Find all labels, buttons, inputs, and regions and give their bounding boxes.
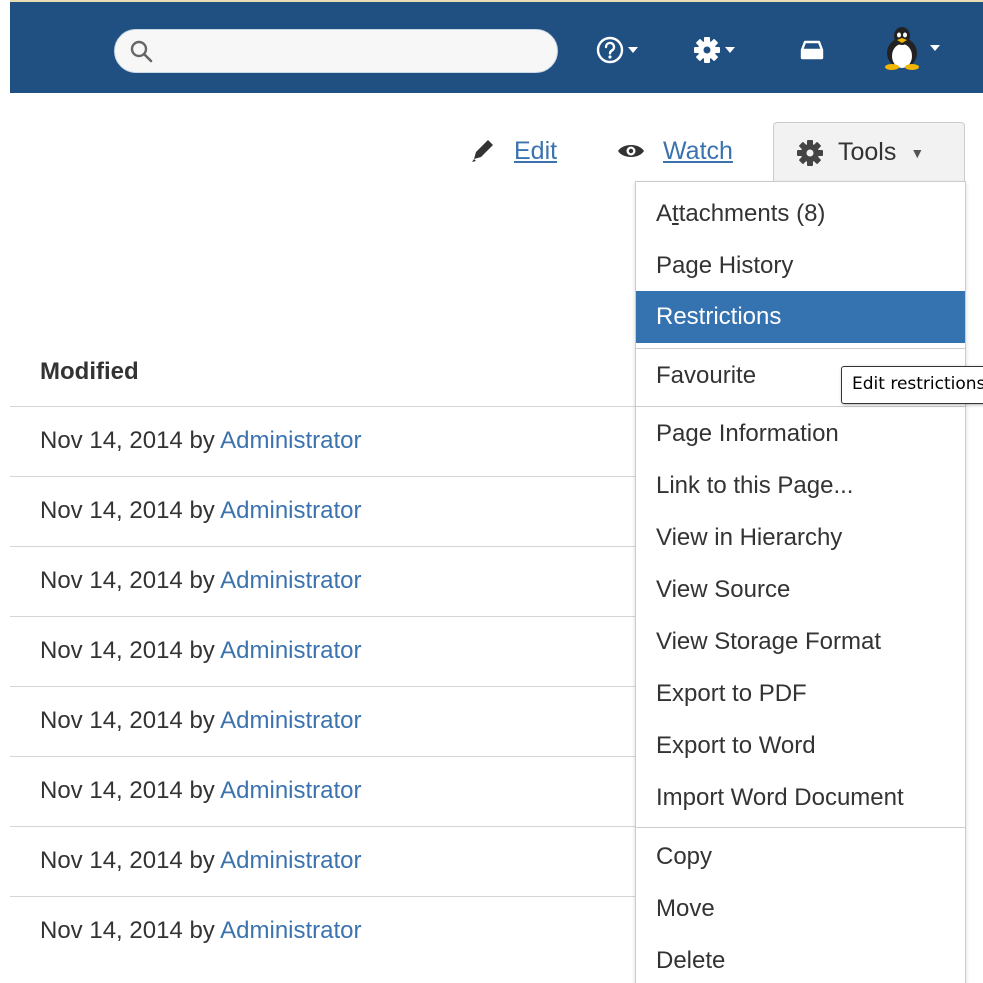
menu-separator <box>636 827 965 828</box>
menu-item-page-history[interactable]: Page History <box>636 240 965 292</box>
gear-icon <box>694 37 720 63</box>
chevron-down-icon <box>628 47 638 53</box>
search-icon <box>129 39 153 68</box>
author-link[interactable]: Administrator <box>220 707 361 734</box>
menu-item-link-to-page[interactable]: Link to this Page... <box>636 460 965 512</box>
menu-item-attachments[interactable]: At tachments (8) <box>636 188 965 240</box>
author-link[interactable]: Administrator <box>220 777 361 804</box>
menu-item-export-pdf[interactable]: Export to PDF <box>636 668 965 720</box>
chevron-down-icon <box>725 47 735 53</box>
pencil-icon <box>472 140 493 162</box>
menu-item-page-information[interactable]: Page Information <box>636 408 965 460</box>
table-divider <box>10 406 636 407</box>
confluence-page: Edit Watch Tools ▼ Modified Nov 14, 2014… <box>0 0 983 983</box>
table-row: Nov 14, 2014 by Administrator <box>40 567 362 594</box>
table-divider <box>10 686 636 687</box>
chevron-down-icon: ▼ <box>910 144 925 161</box>
help-icon <box>596 36 624 64</box>
column-header-modified: Modified <box>40 358 139 385</box>
menu-item-view-storage-format[interactable]: View Storage Format <box>636 616 965 668</box>
menu-item-move[interactable]: Move <box>636 883 965 935</box>
search-input[interactable] <box>161 38 545 66</box>
inbox-icon <box>800 40 824 60</box>
menu-item-view-source[interactable]: View Source <box>636 564 965 616</box>
tools-dropdown-menu: At tachments (8) Page History Restriction… <box>635 181 966 983</box>
menu-item-import-word[interactable]: Import Word Document <box>636 772 965 824</box>
author-link[interactable]: Administrator <box>220 567 361 594</box>
restrictions-tooltip: Edit restrictions <box>841 366 983 404</box>
settings-menu-button[interactable] <box>693 36 735 64</box>
table-row: Nov 14, 2014 by Administrator <box>40 637 362 664</box>
author-link[interactable]: Administrator <box>220 637 361 664</box>
table-divider <box>10 756 636 757</box>
tools-menu-button[interactable]: Tools ▼ <box>773 122 965 182</box>
author-link[interactable]: Administrator <box>220 497 361 524</box>
table-divider <box>10 896 636 897</box>
author-link[interactable]: Administrator <box>220 427 361 454</box>
user-menu-button[interactable] <box>878 26 940 70</box>
author-link[interactable]: Administrator <box>220 847 361 874</box>
help-menu-button[interactable] <box>596 36 638 64</box>
author-link[interactable]: Administrator <box>220 917 361 944</box>
user-avatar-icon <box>885 27 919 70</box>
tools-label: Tools <box>838 138 897 166</box>
table-row: Nov 14, 2014 by Administrator <box>40 497 362 524</box>
table-row: Nov 14, 2014 by Administrator <box>40 777 362 804</box>
menu-separator <box>636 348 965 349</box>
table-divider <box>10 616 636 617</box>
table-row: Nov 14, 2014 by Administrator <box>40 917 362 944</box>
edit-button[interactable]: Edit <box>470 122 557 180</box>
menu-separator <box>636 406 965 407</box>
watch-label: Watch <box>663 136 733 165</box>
table-divider <box>10 476 636 477</box>
gear-icon <box>797 139 823 166</box>
menu-item-delete[interactable]: Delete <box>636 935 965 983</box>
notifications-button[interactable] <box>800 40 824 60</box>
edit-label: Edit <box>514 136 558 165</box>
table-divider <box>10 826 636 827</box>
menu-item-export-word[interactable]: Export to Word <box>636 720 965 772</box>
eye-icon <box>618 145 644 157</box>
menu-item-copy[interactable]: Copy <box>636 831 965 883</box>
chevron-down-icon <box>930 45 940 51</box>
search-box[interactable] <box>114 29 558 73</box>
menu-item-restrictions[interactable]: Restrictions <box>636 291 965 343</box>
table-row: Nov 14, 2014 by Administrator <box>40 847 362 874</box>
watch-button[interactable]: Watch <box>617 122 733 180</box>
table-row: Nov 14, 2014 by Administrator <box>40 427 362 454</box>
menu-item-view-hierarchy[interactable]: View in Hierarchy <box>636 512 965 564</box>
table-divider <box>10 546 636 547</box>
table-row: Nov 14, 2014 by Administrator <box>40 707 362 734</box>
top-header-bar <box>10 0 983 93</box>
